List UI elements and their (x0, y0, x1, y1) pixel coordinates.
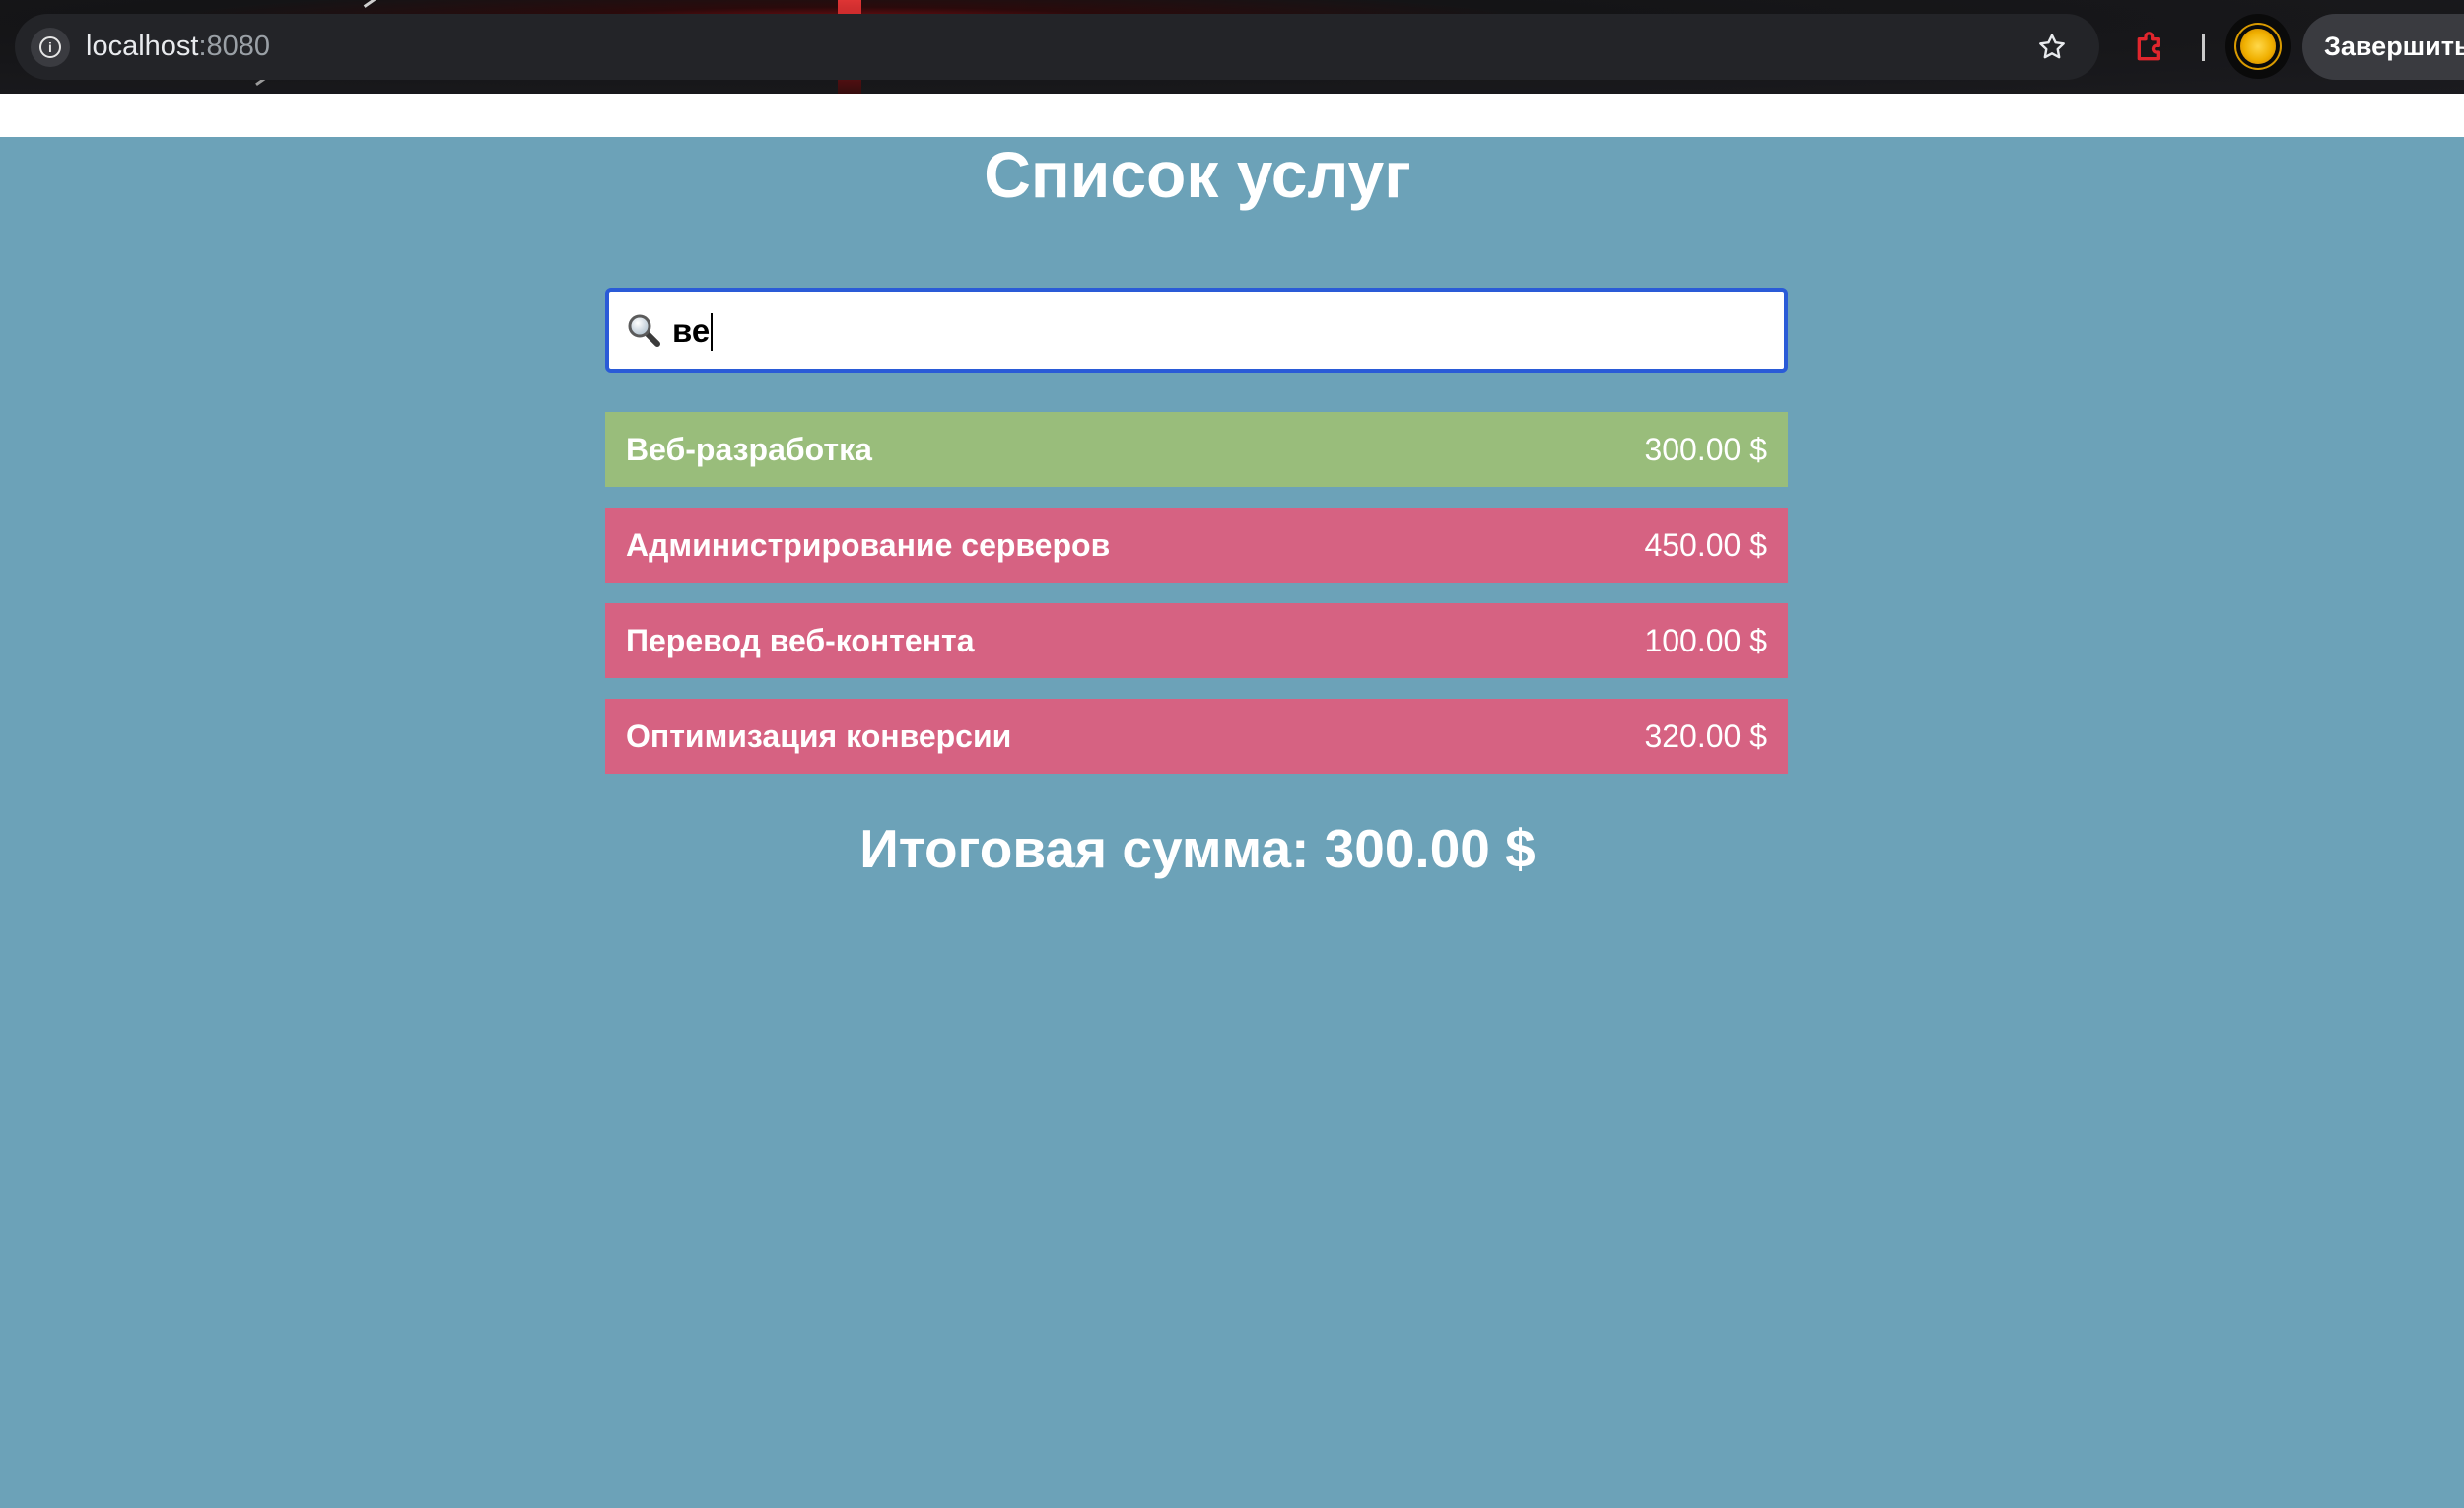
wallpaper-streak (363, 0, 380, 8)
service-row[interactable]: Оптимизация конверсии 320.00 $ (605, 699, 1788, 774)
service-name: Веб-разработка (626, 431, 872, 467)
service-row[interactable]: Администрирование серверов 450.00 $ (605, 508, 1788, 583)
service-row[interactable]: Веб-разработка 300.00 $ (605, 412, 1788, 487)
total-sum: Итоговая сумма: 300.00 $ (859, 818, 1536, 879)
service-price: 450.00 $ (1644, 526, 1767, 563)
search-input[interactable] (668, 302, 1776, 361)
address-bar[interactable]: i localhost:8080 (15, 14, 2099, 80)
url-port: :8080 (198, 31, 271, 62)
browser-toolbar: i localhost:8080 Завершить (0, 0, 2464, 94)
service-price: 300.00 $ (1644, 431, 1767, 467)
service-name: Администрирование серверов (626, 526, 1111, 563)
page-title: Список услуг (984, 138, 1411, 211)
toolbar-divider (2202, 34, 2205, 61)
service-name: Перевод веб-контента (626, 622, 975, 658)
finish-button[interactable]: Завершить (2302, 14, 2464, 80)
avatar[interactable] (2225, 14, 2291, 79)
url-text[interactable]: localhost:8080 (86, 30, 270, 63)
search-field[interactable]: ве (605, 288, 1788, 373)
service-price: 320.00 $ (1644, 718, 1767, 754)
info-icon[interactable]: i (31, 28, 70, 67)
service-name: Оптимизация конверсии (626, 718, 1012, 754)
avatar-image (2240, 29, 2276, 64)
service-row[interactable]: Перевод веб-контента 100.00 $ (605, 603, 1788, 678)
page-top-strip (0, 94, 2464, 137)
extension-icon[interactable] (2131, 28, 2170, 67)
service-price: 100.00 $ (1644, 622, 1767, 658)
magnifier-icon (625, 311, 664, 351)
url-host: localhost (86, 31, 199, 62)
star-icon[interactable] (2034, 30, 2070, 65)
